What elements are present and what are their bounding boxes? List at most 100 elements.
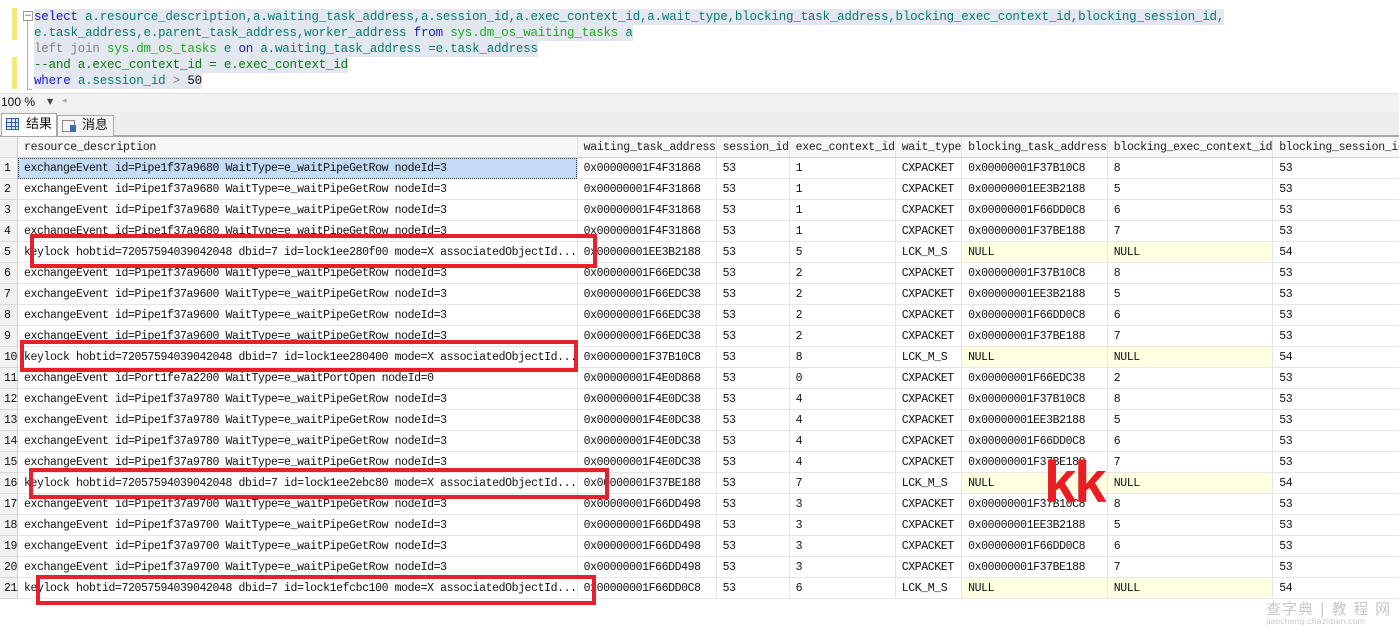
row-number[interactable]: 20 [0,556,19,578]
cell-blocking-session-id[interactable]: 53 [1272,451,1399,473]
cell-session-id[interactable]: 53 [716,304,790,326]
cell-blocking-task-address[interactable]: 0x00000001F37BE188 [961,220,1108,242]
cell-blocking-task-address[interactable]: 0x00000001F37BE188 [961,556,1108,578]
cell-resource-description[interactable]: exchangeEvent id=Pipe1f37a9680 WaitType=… [17,199,578,221]
table-row[interactable]: 21 keylock hobtid=72057594039042048 dbid=… [0,577,1399,599]
cell-wait-type[interactable]: CXPACKET [895,451,963,473]
cell-blocking-session-id[interactable]: 53 [1272,367,1399,389]
table-row[interactable]: 14 exchangeEvent id=Pipe1f37a9780 WaitTyp… [0,430,1399,452]
row-number[interactable]: 15 [0,451,19,473]
scroll-left-icon[interactable]: ◂ [62,96,67,106]
row-number[interactable]: 19 [0,535,19,557]
table-row[interactable]: 5 keylock hobtid=72057594039042048 dbid=7… [0,241,1399,263]
cell-waiting-task-address[interactable]: 0x00000001F4E0DC38 [577,388,717,410]
cell-resource-description[interactable]: exchangeEvent id=Pipe1f37a9680 WaitType=… [17,157,578,179]
cell-wait-type[interactable]: CXPACKET [895,325,963,347]
table-row[interactable]: 13 exchangeEvent id=Pipe1f37a9780 WaitTyp… [0,409,1399,431]
table-row[interactable]: 8 exchangeEvent id=Pipe1f37a9600 WaitType… [0,304,1399,326]
table-row[interactable]: 6 exchangeEvent id=Pipe1f37a9600 WaitType… [0,262,1399,284]
cell-waiting-task-address[interactable]: 0x00000001F4E0D868 [577,367,717,389]
cell-resource-description[interactable]: exchangeEvent id=Pipe1f37a9680 WaitType=… [17,178,578,200]
cell-session-id[interactable]: 53 [716,346,790,368]
cell-wait-type[interactable]: CXPACKET [895,220,963,242]
cell-blocking-exec-context-id[interactable]: 5 [1107,283,1274,305]
cell-resource-description[interactable]: keylock hobtid=72057594039042048 dbid=7 … [17,577,578,599]
row-number[interactable]: 6 [0,262,19,284]
row-number[interactable]: 2 [0,178,19,200]
cell-waiting-task-address[interactable]: 0x00000001EE3B2188 [577,241,717,263]
row-number[interactable]: 21 [0,577,19,599]
cell-session-id[interactable]: 53 [716,451,790,473]
cell-blocking-task-address[interactable]: 0x00000001F66DD0C8 [961,535,1108,557]
cell-blocking-task-address[interactable]: 0x00000001F66DD0C8 [961,199,1108,221]
cell-session-id[interactable]: 53 [716,535,790,557]
cell-blocking-task-address[interactable]: 0x00000001F66DD0C8 [961,304,1108,326]
cell-blocking-session-id[interactable]: 54 [1272,346,1399,368]
cell-waiting-task-address[interactable]: 0x00000001F66EDC38 [577,304,717,326]
tab-messages[interactable]: 消息 [57,115,114,136]
cell-resource-description[interactable]: exchangeEvent id=Pipe1f37a9780 WaitType=… [17,430,578,452]
cell-resource-description[interactable]: exchangeEvent id=Pipe1f37a9600 WaitType=… [17,262,578,284]
cell-blocking-exec-context-id[interactable]: 6 [1107,199,1274,221]
cell-wait-type[interactable]: LCK_M_S [895,472,963,494]
cell-wait-type[interactable]: CXPACKET [895,157,963,179]
cell-session-id[interactable]: 53 [716,577,790,599]
cell-blocking-task-address[interactable]: NULL [961,346,1108,368]
cell-waiting-task-address[interactable]: 0x00000001F37B10C8 [577,346,717,368]
cell-wait-type[interactable]: CXPACKET [895,514,963,536]
table-row[interactable]: 4 exchangeEvent id=Pipe1f37a9680 WaitType… [0,220,1399,242]
row-number[interactable]: 13 [0,409,19,431]
cell-waiting-task-address[interactable]: 0x00000001F66EDC38 [577,283,717,305]
cell-session-id[interactable]: 53 [716,241,790,263]
cell-resource-description[interactable]: exchangeEvent id=Pipe1f37a9680 WaitType=… [17,220,578,242]
cell-exec-context-id[interactable]: 2 [789,304,896,326]
zoom-level[interactable]: 100 % [1,95,35,109]
table-row[interactable]: 2 exchangeEvent id=Pipe1f37a9680 WaitType… [0,178,1399,200]
cell-blocking-session-id[interactable]: 53 [1272,430,1399,452]
cell-blocking-exec-context-id[interactable]: 6 [1107,304,1274,326]
table-row[interactable]: 10 keylock hobtid=72057594039042048 dbid=… [0,346,1399,368]
cell-exec-context-id[interactable]: 1 [789,220,896,242]
column-header[interactable]: blocking_task_address [961,137,1108,158]
column-header[interactable]: waiting_task_address [577,137,717,158]
cell-blocking-exec-context-id[interactable]: NULL [1107,472,1274,494]
cell-resource-description[interactable]: exchangeEvent id=Port1fe7a2200 WaitType=… [17,367,578,389]
column-header[interactable]: blocking_session_id [1272,137,1399,158]
cell-wait-type[interactable]: CXPACKET [895,535,963,557]
cell-session-id[interactable]: 53 [716,262,790,284]
cell-exec-context-id[interactable]: 4 [789,430,896,452]
column-header[interactable]: session_id [716,137,790,158]
table-row[interactable]: 7 exchangeEvent id=Pipe1f37a9600 WaitType… [0,283,1399,305]
row-number[interactable]: 5 [0,241,19,263]
cell-blocking-exec-context-id[interactable]: 7 [1107,451,1274,473]
cell-waiting-task-address[interactable]: 0x00000001F37BE188 [577,472,717,494]
cell-session-id[interactable]: 53 [716,367,790,389]
cell-wait-type[interactable]: CXPACKET [895,283,963,305]
table-row[interactable]: 18 exchangeEvent id=Pipe1f37a9700 WaitTyp… [0,514,1399,536]
cell-blocking-task-address[interactable]: 0x00000001EE3B2188 [961,409,1108,431]
cell-wait-type[interactable]: CXPACKET [895,388,963,410]
tab-results[interactable]: 结果 [1,113,57,136]
cell-blocking-task-address[interactable]: 0x00000001F37BE188 [961,325,1108,347]
cell-wait-type[interactable]: LCK_M_S [895,577,963,599]
cell-blocking-exec-context-id[interactable]: 6 [1107,535,1274,557]
corner-cell[interactable] [0,137,19,158]
cell-resource-description[interactable]: exchangeEvent id=Pipe1f37a9700 WaitType=… [17,535,578,557]
table-row[interactable]: 12 exchangeEvent id=Pipe1f37a9780 WaitTyp… [0,388,1399,410]
cell-waiting-task-address[interactable]: 0x00000001F66DD498 [577,514,717,536]
cell-blocking-session-id[interactable]: 53 [1272,535,1399,557]
cell-waiting-task-address[interactable]: 0x00000001F4E0DC38 [577,430,717,452]
cell-exec-context-id[interactable]: 4 [789,409,896,431]
cell-blocking-exec-context-id[interactable]: 7 [1107,325,1274,347]
cell-wait-type[interactable]: CXPACKET [895,493,963,515]
cell-blocking-exec-context-id[interactable]: 8 [1107,262,1274,284]
cell-wait-type[interactable]: LCK_M_S [895,346,963,368]
cell-exec-context-id[interactable]: 0 [789,367,896,389]
sql-editor[interactable]: − select a.resource_description,a.waitin… [0,0,1399,93]
cell-waiting-task-address[interactable]: 0x00000001F66DD498 [577,535,717,557]
cell-exec-context-id[interactable]: 7 [789,472,896,494]
cell-exec-context-id[interactable]: 2 [789,283,896,305]
row-number[interactable]: 16 [0,472,19,494]
cell-blocking-exec-context-id[interactable]: NULL [1107,346,1274,368]
cell-wait-type[interactable]: CXPACKET [895,409,963,431]
